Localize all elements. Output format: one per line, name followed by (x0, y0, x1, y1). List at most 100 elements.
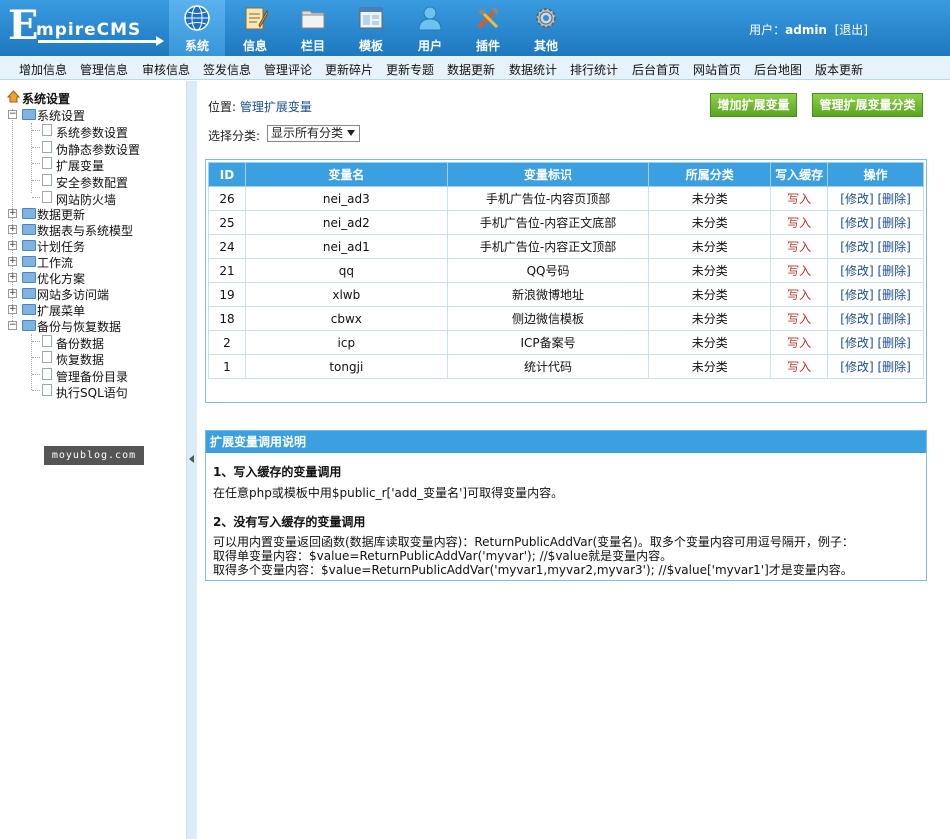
tab-label: 模板 (358, 39, 383, 53)
quick-nav-data-update[interactable]: 数据更新 (447, 61, 495, 78)
cell-name: icp (244, 330, 448, 355)
table-row: 24 nei_ad1 手机广告位-内容正文顶部 未分类 写入 [修改] [删除] (208, 234, 924, 259)
sidebar-toggle-strip[interactable] (186, 81, 197, 839)
expand-toggle[interactable]: + (8, 209, 17, 218)
category-select[interactable]: 显示所有分类 (267, 125, 360, 142)
quick-nav-sign-info[interactable]: 签发信息 (203, 61, 251, 78)
tree-item-backup-data[interactable]: 备份数据 (56, 335, 104, 352)
quick-nav-bar: 增加信息 管理信息 审核信息 签发信息 管理评论 更新碎片 更新专题 数据更新 … (0, 56, 950, 80)
expand-toggle[interactable]: + (8, 257, 17, 266)
tree-item-system-params[interactable]: 系统参数设置 (56, 124, 128, 141)
folder-icon (22, 224, 36, 235)
tab-user[interactable]: 用户 (402, 0, 458, 56)
tree-item-tables-models[interactable]: 数据表与系统模型 (37, 222, 133, 239)
document-icon (42, 157, 52, 169)
expand-toggle[interactable]: + (8, 273, 17, 282)
cell-label: ICP备案号 (446, 330, 650, 355)
cell-id: 24 (208, 234, 246, 259)
filter-label: 选择分类: (208, 129, 261, 143)
collapse-arrow-icon[interactable] (189, 455, 194, 463)
quick-nav-manage-info[interactable]: 管理信息 (80, 61, 128, 78)
expand-toggle[interactable]: + (8, 289, 17, 298)
cell-edit-delete-links[interactable]: [修改] [删除] (827, 354, 924, 379)
tree-item-rewrite-params[interactable]: 伪静态参数设置 (56, 141, 140, 158)
cell-category: 未分类 (648, 210, 772, 235)
logo: E mpireCMS (8, 2, 164, 49)
help-text-uncached-3: 取得多个变量内容：$value=ReturnPublicAddVar('myva… (213, 563, 853, 577)
add-variable-button[interactable]: 增加扩展变量 (710, 93, 797, 117)
tree-item-restore-data[interactable]: 恢复数据 (56, 351, 104, 368)
cell-id: 2 (208, 330, 246, 355)
table-row: 26 nei_ad3 手机广告位-内容页顶部 未分类 写入 [修改] [删除] (208, 186, 924, 211)
quick-nav-update-topics[interactable]: 更新专题 (386, 61, 434, 78)
logo-initial: E (8, 2, 39, 49)
cell-edit-delete-links[interactable]: [修改] [删除] (827, 282, 924, 307)
cell-cache-link[interactable]: 写入 (770, 354, 829, 379)
cell-cache-link[interactable]: 写入 (770, 258, 829, 283)
tab-plugin[interactable]: 插件 (460, 0, 516, 56)
tree-root[interactable]: 系统设置 (22, 90, 70, 107)
cell-name: nei_ad1 (244, 234, 448, 259)
cell-edit-delete-links[interactable]: [修改] [删除] (827, 258, 924, 283)
folder-icon (22, 208, 36, 219)
cell-edit-delete-links[interactable]: [修改] [删除] (827, 330, 924, 355)
cell-cache-link[interactable]: 写入 (770, 210, 829, 235)
cell-cache-link[interactable]: 写入 (770, 234, 829, 259)
expand-toggle[interactable]: + (8, 305, 17, 314)
quick-nav-version-update[interactable]: 版本更新 (815, 61, 863, 78)
quick-nav-rank-stats[interactable]: 排行统计 (570, 61, 618, 78)
quick-nav-site-home[interactable]: 网站首页 (693, 61, 741, 78)
cell-edit-delete-links[interactable]: [修改] [删除] (827, 234, 924, 259)
template-window-icon (359, 7, 383, 29)
variables-table-box: ID 变量名 变量标识 所属分类 写入缓存 操作 26 nei_ad3 手机广告… (205, 159, 927, 477)
cell-edit-delete-links[interactable]: [修改] [删除] (827, 306, 924, 331)
tab-column[interactable]: 栏目 (285, 0, 341, 56)
expand-toggle[interactable]: + (8, 225, 17, 234)
manage-categories-button[interactable]: 管理扩展变量分类 (812, 93, 923, 117)
cell-cache-link[interactable]: 写入 (770, 186, 829, 211)
breadcrumb-link[interactable]: 管理扩展变量 (240, 100, 312, 114)
tree-item-scheduled-tasks[interactable]: 计划任务 (37, 238, 85, 255)
quick-nav-admin-home[interactable]: 后台首页 (632, 61, 680, 78)
tree-item-backup-restore[interactable]: 备份与恢复数据 (37, 318, 121, 335)
quick-nav-add-info[interactable]: 增加信息 (19, 61, 67, 78)
tab-template[interactable]: 模板 (343, 0, 399, 56)
table-row: 1 tongji 统计代码 未分类 写入 [修改] [删除] (208, 354, 924, 379)
tab-label: 栏目 (300, 39, 325, 53)
quick-nav-data-stats[interactable]: 数据统计 (509, 61, 557, 78)
cell-edit-delete-links[interactable]: [修改] [删除] (827, 186, 924, 211)
tree-item-extend-vars[interactable]: 扩展变量 (56, 157, 104, 174)
tree-item-security-config[interactable]: 安全参数配置 (56, 174, 128, 191)
cell-cache-link[interactable]: 写入 (770, 282, 829, 307)
help-heading-uncached: 2、没有写入缓存的变量调用 (213, 515, 366, 529)
tree-item-data-update[interactable]: 数据更新 (37, 206, 85, 223)
tools-icon (477, 7, 499, 29)
quick-nav-review-info[interactable]: 审核信息 (142, 61, 190, 78)
quick-nav-update-fragments[interactable]: 更新碎片 (325, 61, 373, 78)
tree-item-multi-access[interactable]: 网站多访问端 (37, 286, 109, 303)
tree-item-system-settings[interactable]: 系统设置 (37, 107, 85, 124)
tab-system[interactable]: 系统 (169, 0, 225, 56)
tree-item-backup-dirs[interactable]: 管理备份目录 (56, 368, 128, 385)
tab-other[interactable]: 其他 (518, 0, 574, 56)
variables-table: ID 变量名 变量标识 所属分类 写入缓存 操作 26 nei_ad3 手机广告… (208, 162, 924, 379)
tree-item-optimization[interactable]: 优化方案 (37, 270, 85, 287)
cell-name: qq (244, 258, 448, 283)
globe-icon (184, 5, 210, 31)
tree-item-extend-menu[interactable]: 扩展菜单 (37, 302, 85, 319)
tab-info[interactable]: 信息 (227, 0, 283, 56)
collapse-toggle[interactable]: − (8, 110, 17, 119)
quick-nav-manage-comments[interactable]: 管理评论 (264, 61, 312, 78)
collapse-toggle[interactable]: − (8, 321, 17, 330)
cell-cache-link[interactable]: 写入 (770, 306, 829, 331)
logout-link[interactable]: [退出] (835, 23, 868, 37)
cell-name: nei_ad2 (244, 210, 448, 235)
tree-item-workflow[interactable]: 工作流 (37, 254, 73, 271)
cell-category: 未分类 (648, 234, 772, 259)
expand-toggle[interactable]: + (8, 241, 17, 250)
cell-edit-delete-links[interactable]: [修改] [删除] (827, 210, 924, 235)
quick-nav-admin-map[interactable]: 后台地图 (754, 61, 802, 78)
cell-cache-link[interactable]: 写入 (770, 330, 829, 355)
tree-item-run-sql[interactable]: 执行SQL语句 (56, 384, 128, 401)
document-icon (42, 368, 52, 380)
